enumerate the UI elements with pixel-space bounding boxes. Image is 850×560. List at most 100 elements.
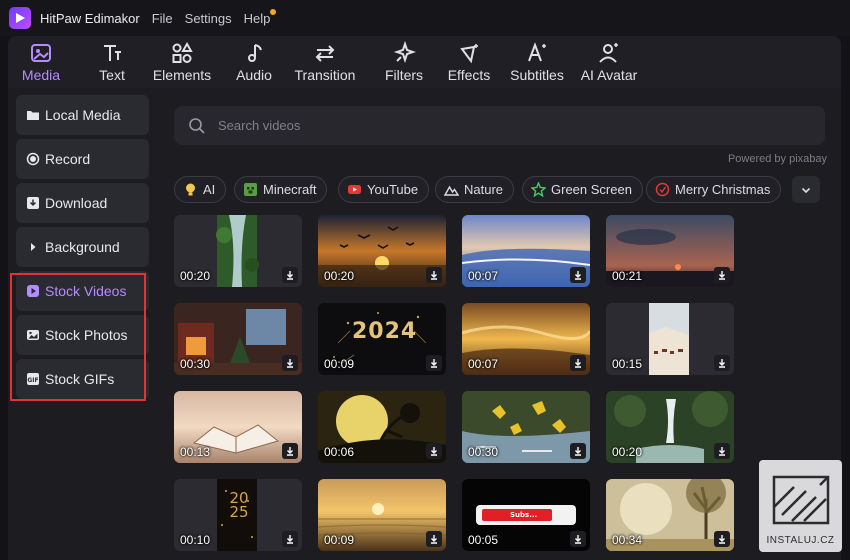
title-bar: HitPaw Edimakor File Settings Help: [0, 0, 850, 36]
download-button[interactable]: [570, 267, 586, 283]
download-button[interactable]: [282, 443, 298, 459]
chip-nature[interactable]: Nature: [435, 176, 515, 203]
video-thumbnail[interactable]: 00:13: [174, 391, 302, 463]
tab-label: Media: [21, 67, 61, 83]
tab-effects[interactable]: Effects: [445, 36, 493, 88]
ai-bulb-icon: [186, 183, 195, 196]
download-button[interactable]: [714, 531, 730, 547]
video-thumbnail[interactable]: 00:20: [174, 215, 302, 287]
chip-ai[interactable]: AI: [174, 176, 227, 203]
chip-merry-christmas[interactable]: Merry Christmas: [646, 176, 782, 203]
app-title: HitPaw Edimakor: [40, 10, 140, 26]
download-button[interactable]: [426, 531, 442, 547]
record-icon: [26, 152, 40, 166]
sidebar-item-stock-gifs[interactable]: GIF Stock GIFs: [16, 359, 149, 399]
sidebar-item-record[interactable]: Record: [16, 139, 149, 179]
video-thumbnail[interactable]: Subs... 00:05: [462, 479, 590, 551]
video-thumbnail[interactable]: 00:09: [318, 479, 446, 551]
search-input[interactable]: [218, 118, 778, 133]
video-thumbnail[interactable]: 2025 00:10: [174, 479, 302, 551]
download-icon: [431, 535, 437, 544]
menu-file[interactable]: File: [152, 11, 173, 26]
sidebar-item-label: Stock GIFs: [45, 371, 115, 387]
video-thumbnail[interactable]: 00:34: [606, 479, 734, 551]
tab-media[interactable]: Media: [20, 36, 62, 88]
download-icon: [431, 271, 437, 280]
video-duration: 00:20: [324, 269, 355, 283]
text-icon: [104, 45, 121, 61]
download-button[interactable]: [282, 355, 298, 371]
video-duration: 00:20: [612, 445, 643, 459]
download-icon: [431, 359, 437, 368]
media-icon: [31, 44, 51, 62]
sidebar-item-download[interactable]: Download: [16, 183, 149, 223]
effects-icon: [460, 44, 478, 64]
download-button[interactable]: [426, 267, 442, 283]
filters-icon: [393, 41, 416, 64]
download-button[interactable]: [282, 267, 298, 283]
menu-settings[interactable]: Settings: [185, 11, 232, 26]
download-button[interactable]: [714, 443, 730, 459]
christmas-icon: [655, 182, 670, 197]
video-duration: 00:07: [468, 269, 499, 283]
tab-ai-avatar[interactable]: AI Avatar: [578, 36, 640, 88]
video-thumbnail[interactable]: 00:30: [462, 391, 590, 463]
search-bar[interactable]: [174, 106, 825, 145]
download-button[interactable]: [426, 355, 442, 371]
video-thumbnail[interactable]: 00:07: [462, 303, 590, 375]
tab-subtitles[interactable]: Subtitles: [509, 36, 565, 88]
video-thumbnail[interactable]: 00:07: [462, 215, 590, 287]
tab-transition[interactable]: Transition: [294, 36, 356, 88]
video-duration: 00:34: [612, 533, 643, 547]
download-icon: [287, 447, 293, 456]
download-button[interactable]: [714, 355, 730, 371]
tab-label: AI Avatar: [580, 67, 638, 83]
download-button[interactable]: [570, 531, 586, 547]
elements-icon: [172, 41, 193, 63]
video-duration: 00:09: [324, 357, 355, 371]
sidebar-item-label: Stock Videos: [45, 283, 127, 299]
download-button[interactable]: [570, 443, 586, 459]
download-button[interactable]: [570, 355, 586, 371]
video-thumbnail[interactable]: 00:30: [174, 303, 302, 375]
tab-audio[interactable]: Audio: [234, 36, 274, 88]
sidebar-item-stock-videos[interactable]: Stock Videos: [16, 271, 149, 311]
chip-youtube[interactable]: YouTube: [338, 176, 430, 203]
chip-label: YouTube: [367, 182, 419, 197]
video-thumbnail[interactable]: 00:06: [318, 391, 446, 463]
video-thumbnail[interactable]: 00:21: [606, 215, 734, 287]
sidebar-item-label: Local Media: [45, 107, 121, 123]
video-duration: 00:06: [324, 445, 355, 459]
tab-filters[interactable]: Filters: [380, 36, 428, 88]
tab-text[interactable]: Text: [92, 36, 132, 88]
transition-icon: [315, 45, 335, 62]
video-icon: [27, 285, 39, 297]
download-icon: [287, 535, 293, 544]
download-button[interactable]: [714, 267, 730, 283]
sidebar-item-background[interactable]: Background: [16, 227, 149, 267]
video-overlay-text: 2024: [352, 319, 418, 344]
menu-help[interactable]: Help: [244, 8, 277, 26]
sidebar-item-stock-photos[interactable]: Stock Photos: [16, 315, 149, 355]
download-icon: [719, 535, 725, 544]
mountain-icon: [444, 185, 459, 196]
download-button[interactable]: [426, 443, 442, 459]
download-icon: [575, 271, 581, 280]
video-thumbnail[interactable]: 00:15: [606, 303, 734, 375]
chip-green-screen[interactable]: Green Screen: [522, 176, 643, 203]
caret-right-icon: [31, 243, 36, 251]
video-thumbnail[interactable]: 2024 00:09: [318, 303, 446, 375]
download-button[interactable]: [282, 531, 298, 547]
sidebar-item-local-media[interactable]: Local Media: [16, 95, 149, 135]
chip-minecraft[interactable]: Minecraft: [234, 176, 328, 203]
video-duration: 00:05: [468, 533, 499, 547]
download-icon: [719, 359, 725, 368]
expand-categories-button[interactable]: [792, 176, 820, 203]
ai-avatar-icon: [599, 43, 618, 63]
video-thumbnail[interactable]: 00:20: [318, 215, 446, 287]
tab-elements[interactable]: Elements: [153, 36, 211, 88]
video-thumbnail[interactable]: 00:20: [606, 391, 734, 463]
tab-label: Elements: [152, 67, 212, 83]
notification-dot: [270, 8, 277, 15]
tab-label: Text: [99, 67, 125, 83]
